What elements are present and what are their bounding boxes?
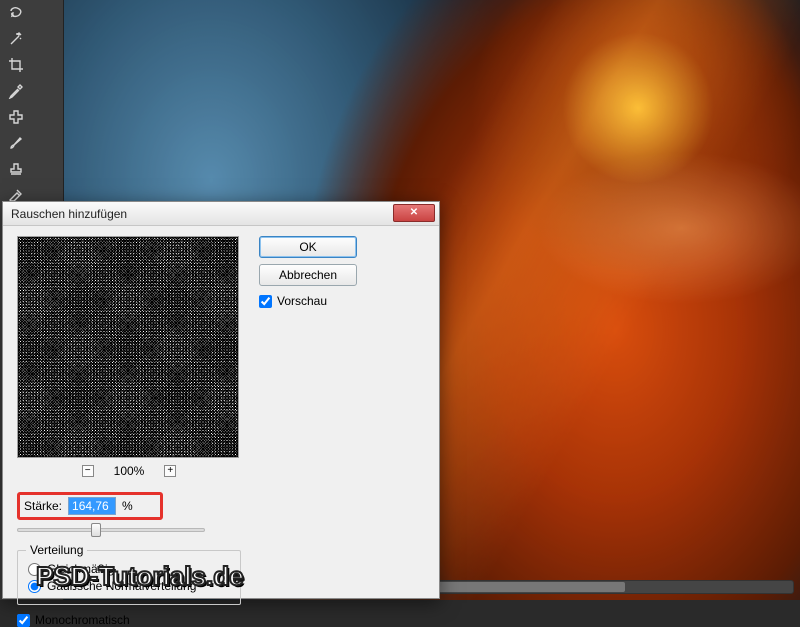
ok-label: OK [299, 240, 316, 254]
noise-preview[interactable] [17, 236, 239, 458]
preview-toggle[interactable]: Vorschau [259, 294, 427, 308]
stamp-tool-icon[interactable] [1, 157, 31, 181]
crop-tool-icon[interactable] [1, 53, 31, 77]
slider-thumb[interactable] [91, 523, 101, 537]
monochrome-checkbox[interactable] [17, 614, 30, 627]
eyedropper-tool-icon[interactable] [1, 79, 31, 103]
lasso-tool-icon[interactable] [1, 1, 31, 25]
amount-label: Stärke: [24, 499, 62, 513]
watermark: PSD-Tutorials.de [36, 561, 244, 592]
wand-tool-icon[interactable] [1, 27, 31, 51]
preview-label: Vorschau [277, 294, 327, 308]
scrollbar-thumb[interactable] [425, 582, 625, 592]
dialog-title: Rauschen hinzufügen [11, 207, 127, 221]
preview-checkbox[interactable] [259, 295, 272, 308]
amount-row-highlight: Stärke: % [17, 492, 163, 520]
heal-tool-icon[interactable] [1, 105, 31, 129]
amount-input[interactable] [68, 497, 116, 515]
zoom-in-button[interactable]: + [164, 465, 176, 477]
amount-unit: % [122, 499, 133, 513]
zoom-level: 100% [114, 464, 145, 478]
close-icon: ✕ [410, 207, 418, 218]
amount-slider[interactable] [17, 522, 205, 538]
monochrome-row[interactable]: Monochromatisch [17, 613, 241, 627]
ok-button[interactable]: OK [259, 236, 357, 258]
add-noise-dialog: Rauschen hinzufügen ✕ − 100% + Stärke: %… [2, 201, 440, 599]
zoom-out-button[interactable]: − [82, 465, 94, 477]
monochrome-label: Monochromatisch [35, 613, 130, 627]
distribution-legend: Verteilung [26, 543, 87, 557]
close-button[interactable]: ✕ [393, 204, 435, 222]
cancel-label: Abbrechen [279, 268, 337, 282]
dialog-titlebar[interactable]: Rauschen hinzufügen ✕ [3, 202, 439, 226]
plus-icon: + [167, 466, 173, 476]
brush-tool-icon[interactable] [1, 131, 31, 155]
cancel-button[interactable]: Abbrechen [259, 264, 357, 286]
minus-icon: − [85, 466, 91, 476]
